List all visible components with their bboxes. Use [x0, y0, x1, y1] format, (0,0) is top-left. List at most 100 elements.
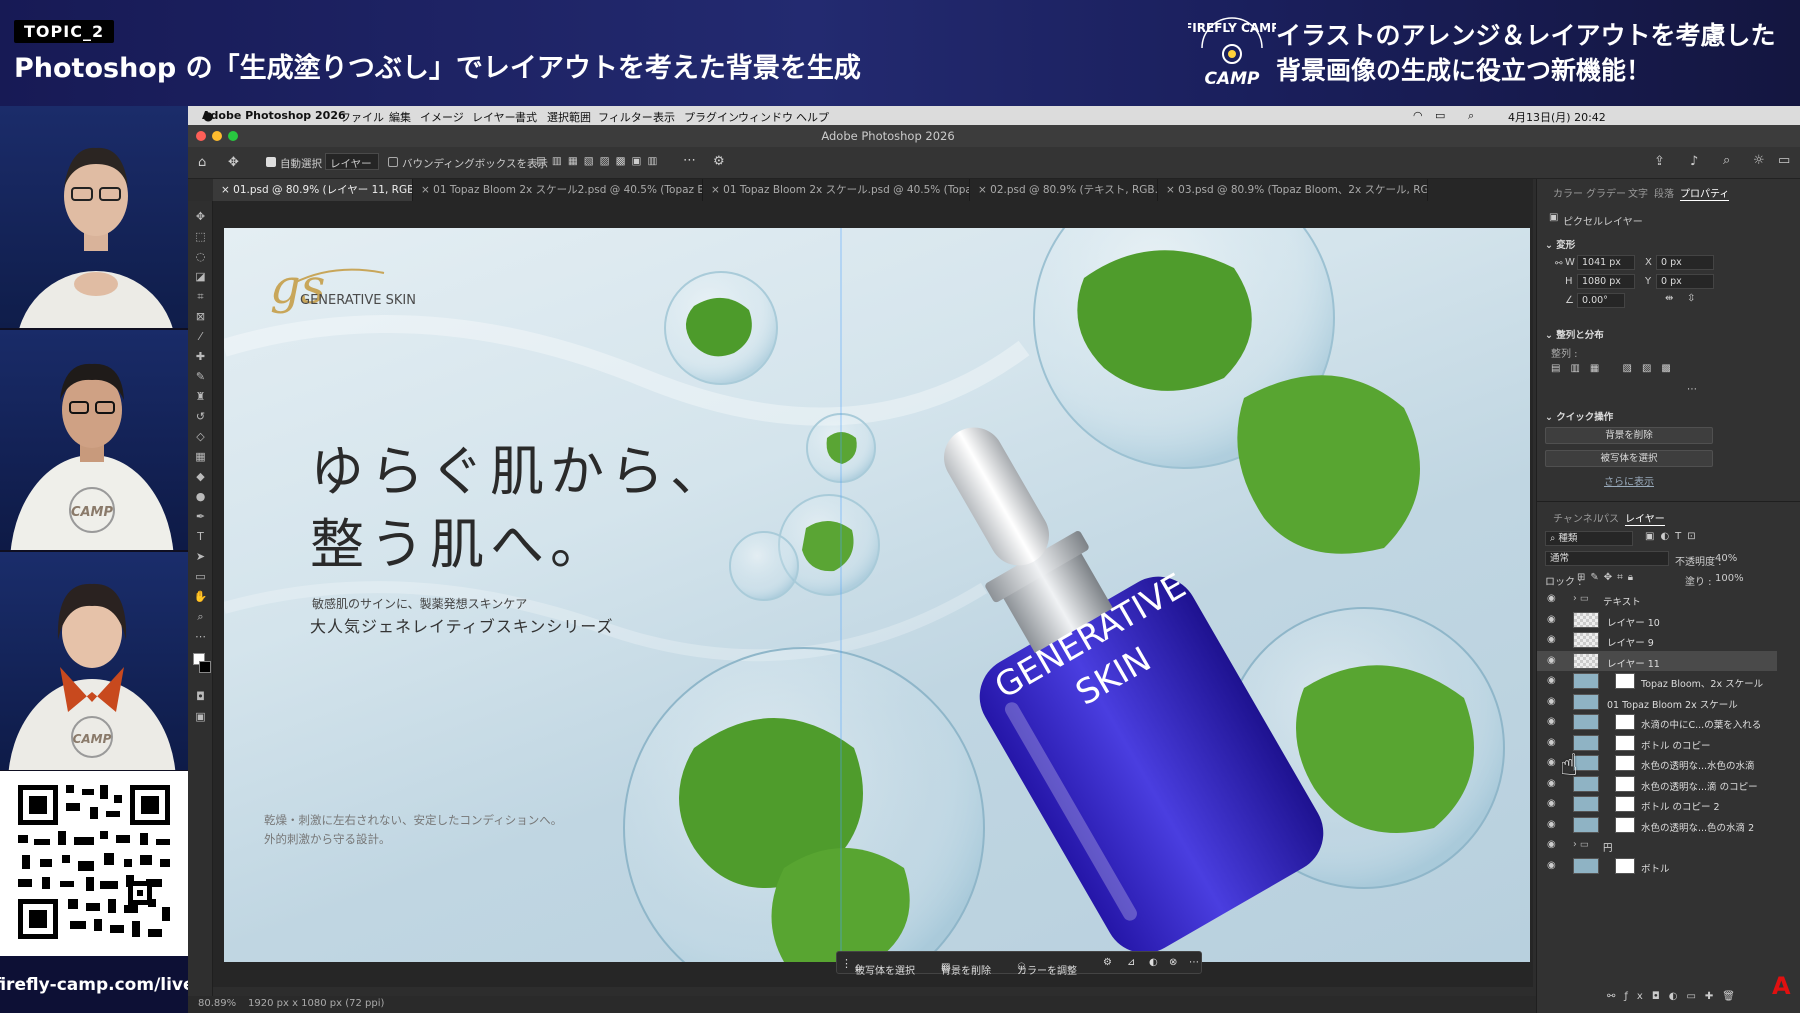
move-tool-icon[interactable]: ✥ [228, 155, 239, 170]
battery-icon[interactable]: ▭ [1435, 109, 1445, 122]
layer-row[interactable]: ◉ › ▭ 円 [1537, 835, 1777, 855]
doc-tab-4[interactable]: × 02.psd @ 80.9% (テキスト, RGB... [970, 179, 1158, 201]
visibility-eye-icon[interactable]: ◉ [1547, 614, 1559, 626]
quick-actions-header[interactable]: ⌄ クイック操作 [1545, 409, 1613, 423]
zoom-level[interactable]: 80.89% [198, 998, 236, 1009]
folder-icon[interactable]: › ▭ [1573, 839, 1589, 850]
opacity-value[interactable]: 40% [1715, 553, 1737, 564]
visibility-eye-icon[interactable]: ◉ [1547, 819, 1559, 831]
fill-value[interactable]: 100% [1715, 573, 1744, 584]
object-select-tool-icon[interactable]: ◪ [193, 269, 208, 284]
menu-edit[interactable]: 編集 [389, 109, 411, 125]
dodge-tool-icon[interactable]: ● [193, 489, 208, 504]
folder-icon[interactable]: › ▭ [1573, 593, 1589, 604]
layer-row[interactable]: ◉ ボトル のコピー 2 [1537, 794, 1777, 814]
layer-filter-dropdown[interactable]: ⌕ 種類 [1545, 531, 1633, 546]
blur-tool-icon[interactable]: ◆ [193, 469, 208, 484]
align-icons[interactable]: ▤▥▦▧▨▩▣▥ [536, 155, 663, 167]
visibility-eye-icon[interactable]: ◉ [1547, 593, 1559, 605]
auto-select-dropdown[interactable]: レイヤー [325, 153, 379, 170]
marquee-tool-icon[interactable]: ⬚ [193, 229, 208, 244]
quick-mask-icon[interactable]: ◘ [193, 689, 208, 704]
visibility-eye-icon[interactable]: ◉ [1547, 737, 1559, 749]
panel-tab-gradient[interactable]: グラデー [1586, 185, 1626, 200]
wifi-icon[interactable]: ◠ [1413, 109, 1423, 122]
eraser-tool-icon[interactable]: ◇ [193, 429, 208, 444]
transform-section-header[interactable]: ⌄ 変形 [1545, 237, 1575, 251]
layer-row[interactable]: ◉ 01 Topaz Bloom 2x スケール [1537, 692, 1777, 712]
link-icon[interactable]: ⚯ [1555, 259, 1563, 269]
align-section-header[interactable]: ⌄ 整列と分布 [1545, 327, 1604, 341]
layer-mask-thumbnail[interactable] [1615, 816, 1635, 833]
menu-view[interactable]: 表示 [653, 109, 675, 125]
search-panel-icon[interactable]: ⌕ [1723, 153, 1730, 168]
visibility-eye-icon[interactable]: ◉ [1547, 655, 1559, 667]
lasso-tool-icon[interactable]: ◌ [193, 249, 208, 264]
home-icon[interactable]: ⌂ [198, 155, 206, 170]
menu-app-name[interactable]: Adobe Photoshop 2026 [202, 109, 346, 122]
doc-tab-1-close-icon[interactable]: × [221, 184, 233, 196]
flip-vertical-icon[interactable]: ⇳ [1687, 293, 1695, 304]
layer-mask-thumbnail[interactable] [1615, 714, 1635, 730]
lock-icons[interactable]: ⊞✎✥⌗🔒︎ [1577, 572, 1638, 583]
x-field[interactable]: 0 px [1656, 255, 1714, 270]
visibility-eye-icon[interactable]: ◉ [1547, 860, 1559, 872]
menu-file[interactable]: ファイル [340, 109, 384, 125]
visibility-eye-icon[interactable]: ◉ [1547, 839, 1559, 851]
artwork-canvas[interactable]: GENERATIVE SKIN gs GENERATIVE SKIN ゆらぐ肌か… [224, 228, 1530, 962]
search-icon[interactable]: ⌕ [1468, 109, 1474, 123]
doc-tab-5[interactable]: × 03.psd @ 80.9% (Topaz Bloom、2x スケール, R… [1158, 179, 1428, 201]
menu-select[interactable]: 選択範囲 [547, 109, 591, 125]
layers-tab-layers[interactable]: レイヤー [1625, 510, 1665, 526]
taskbar-more-icon[interactable]: ⋯ [1189, 957, 1199, 968]
doc-tab-4-close-icon[interactable]: × [978, 184, 990, 196]
layer-row[interactable]: ◉ 水滴の中にC...の葉を入れる [1537, 712, 1777, 732]
doc-tab-5-close-icon[interactable]: × [1166, 184, 1178, 196]
background-color-swatch[interactable] [199, 661, 211, 673]
canvas-area[interactable]: GENERATIVE SKIN gs GENERATIVE SKIN ゆらぐ肌か… [213, 201, 1533, 987]
visibility-eye-icon[interactable]: ◉ [1547, 798, 1559, 810]
flip-horizontal-icon[interactable]: ⇹ [1665, 293, 1673, 304]
menu-filter[interactable]: フィルター [598, 109, 653, 125]
shape-tool-icon[interactable]: ▭ [193, 569, 208, 584]
healing-tool-icon[interactable]: ✚ [193, 349, 208, 364]
layer-row[interactable]: ◉ 水色の透明な...色の水滴 2 [1537, 815, 1777, 835]
visibility-eye-icon[interactable]: ◉ [1547, 778, 1559, 790]
visibility-eye-icon[interactable]: ◉ [1547, 696, 1559, 708]
taskbar-settings-icon[interactable]: ⚙ [1103, 957, 1112, 968]
layer-mask-thumbnail[interactable] [1615, 796, 1635, 812]
panel-tab-character[interactable]: 文字 [1628, 185, 1648, 200]
doc-tab-2[interactable]: × 01 Topaz Bloom 2x スケール2.psd @ 40.5% (T… [413, 179, 703, 201]
layer-mask-thumbnail[interactable] [1615, 734, 1635, 751]
menu-plugins[interactable]: プラグイン [684, 109, 739, 125]
bounding-box-checkbox[interactable] [388, 157, 398, 167]
stream-url[interactable]: firefly-camp.com/live [0, 956, 195, 1013]
visibility-eye-icon[interactable]: ◉ [1547, 716, 1559, 728]
document-info[interactable]: 1920 px x 1080 px (72 ppi) [248, 998, 384, 1009]
settings-gear-icon[interactable]: ⚙ [713, 154, 725, 169]
screen-mode-icon[interactable]: ▣ [193, 709, 208, 724]
select-subject-quick-button[interactable]: 被写体を選択 [1545, 450, 1713, 467]
layers-tab-paths[interactable]: パス [1599, 510, 1619, 525]
discover-icon[interactable]: ☼ [1753, 153, 1765, 168]
layer-mask-thumbnail[interactable] [1615, 775, 1635, 792]
menu-help[interactable]: ヘルプ [796, 109, 829, 125]
layer-row[interactable]: ◉ レイヤー 10 [1537, 610, 1777, 630]
gradient-tool-icon[interactable]: ▦ [193, 449, 208, 464]
menu-window[interactable]: ウィンドウ [738, 109, 793, 125]
taskbar-mask-icon[interactable]: ⊗ [1169, 957, 1177, 968]
angle-field[interactable]: 0.00° [1577, 293, 1625, 308]
layer-mask-thumbnail[interactable] [1615, 857, 1635, 874]
frame-tool-icon[interactable]: ⊠ [193, 309, 208, 324]
taskbar-adjust-icon[interactable]: ◐ [1149, 957, 1158, 968]
notification-bell-icon[interactable]: ♪ [1690, 154, 1698, 169]
doc-tab-3-close-icon[interactable]: × [711, 184, 723, 196]
hand-tool-icon[interactable]: ✋ [193, 589, 208, 604]
remove-background-quick-button[interactable]: 背景を削除 [1545, 427, 1713, 444]
layer-mask-thumbnail[interactable] [1615, 673, 1635, 689]
layer-row[interactable]: ◉ › ▭ テキスト [1537, 589, 1777, 609]
show-more-link[interactable]: さらに表示 [1537, 473, 1721, 488]
menu-image[interactable]: イメージ [420, 109, 464, 125]
layer-row[interactable]: ◉ レイヤー 9 [1537, 630, 1777, 650]
panel-tab-properties[interactable]: プロパティ [1680, 185, 1730, 201]
